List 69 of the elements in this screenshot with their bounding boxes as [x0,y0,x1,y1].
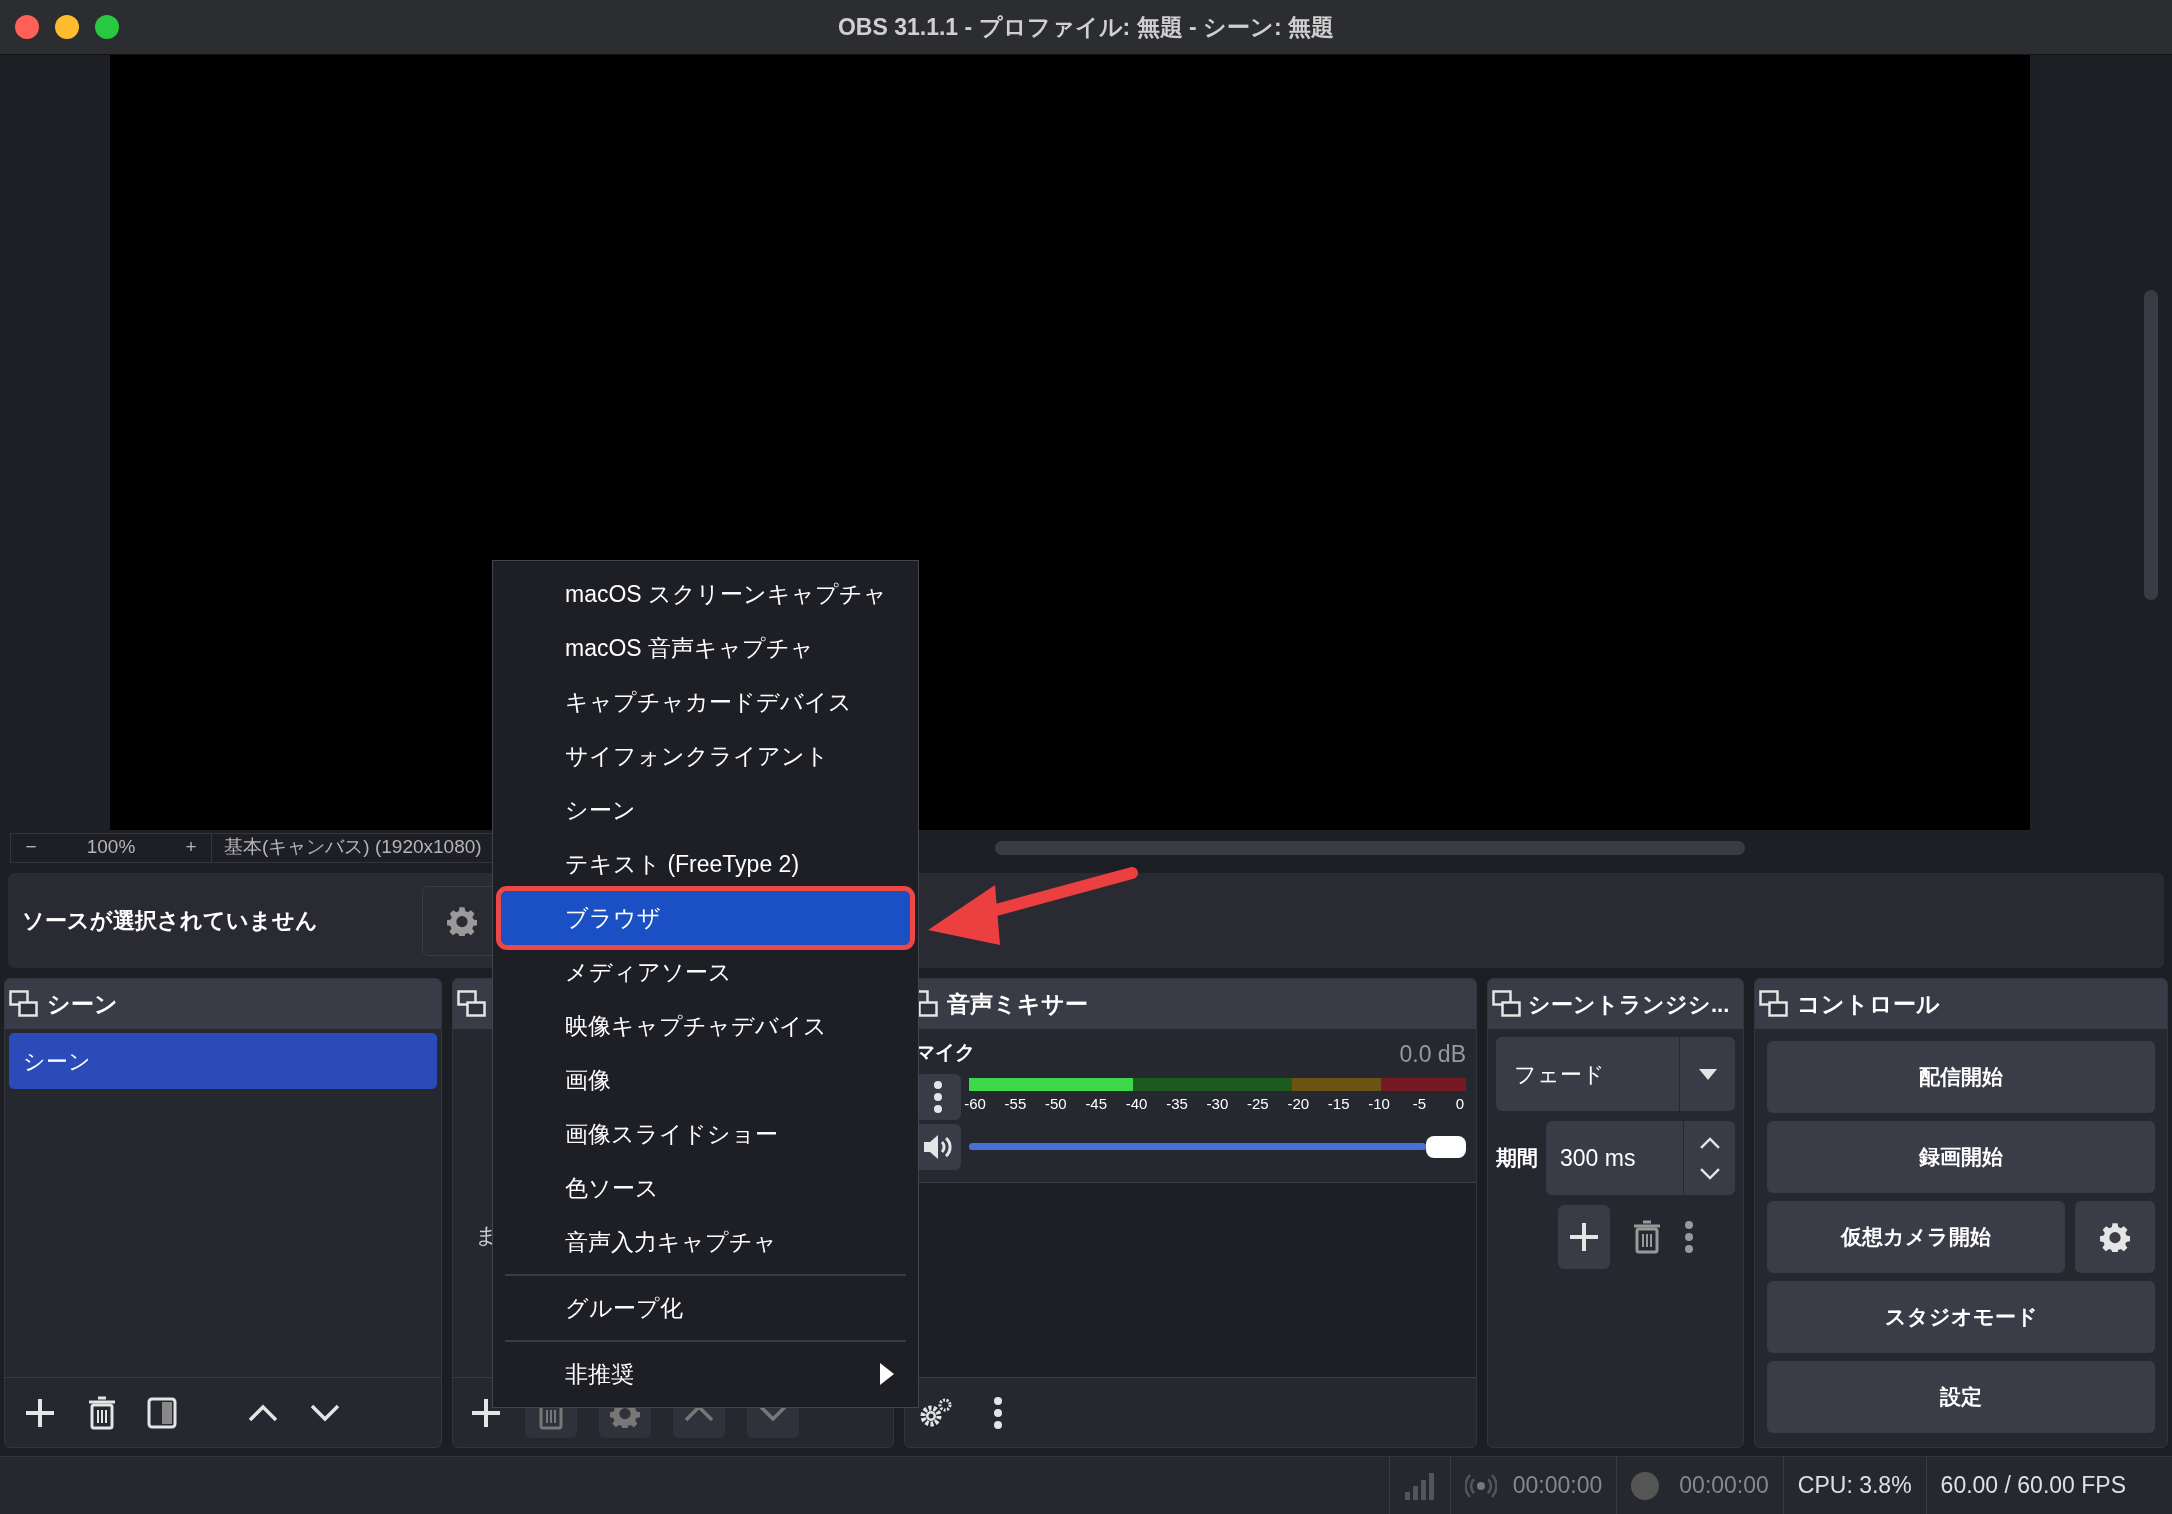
no-source-message: ソースが選択されていません [22,907,319,935]
vertical-scrollbar[interactable] [2144,290,2158,600]
slider-thumb[interactable] [1426,1135,1466,1158]
settings-icon[interactable] [447,905,477,936]
menu-item[interactable]: macOS 音声キャプチャ [501,621,910,675]
record-time: 00:00:00 [1679,1471,1769,1501]
horizontal-scrollbar[interactable] [994,840,1745,855]
duration-label: 期間 [1496,1145,1538,1172]
control-button[interactable]: スタジオモード [1767,1281,2155,1353]
menu-item[interactable]: 映像キャプチャデバイス [501,999,910,1053]
settings-icon[interactable] [2100,1222,2130,1252]
scene-item[interactable]: シーン [9,1033,437,1089]
panel-title: 音声ミキサー [947,989,1088,1019]
more-icon[interactable] [1683,1220,1694,1254]
control-button[interactable]: 設定 [1767,1361,2155,1433]
trash-icon[interactable] [87,1395,117,1430]
menu-item[interactable]: テキスト (FreeType 2) [501,837,910,891]
submenu-arrow-icon [880,1363,894,1385]
control-button[interactable]: 録画開始 [1767,1121,2155,1193]
panel-title: コントロール [1797,989,1940,1019]
chevron-down-icon[interactable] [1698,1166,1721,1181]
dock-icon [1492,990,1522,1018]
speaker-icon [922,1132,954,1161]
signal-icon [1403,1471,1436,1500]
dock-icon [9,990,39,1018]
window-title: OBS 31.1.1 - プロファイル: 無題 - シーン: 無題 [837,12,1335,42]
zoom-level: 100% [85,835,137,860]
control-button[interactable]: 仮想カメラ開始 [1767,1201,2065,1273]
menu-item[interactable]: macOS スクリーンキャプチャ [501,567,910,621]
trash-icon[interactable] [1631,1220,1662,1254]
stream-time: 00:00:00 [1512,1471,1603,1501]
menu-item[interactable]: 色ソース [501,1161,910,1215]
control-button[interactable]: 配信開始 [1767,1041,2155,1113]
minimize-button[interactable] [55,15,79,39]
fps-reading: 60.00 / 60.00 FPS [1940,1471,2126,1501]
gears-icon[interactable] [919,1397,953,1428]
filter-icon[interactable] [147,1396,177,1429]
chevron-down-icon[interactable] [309,1402,341,1423]
more-icon[interactable] [993,1395,1003,1430]
empty-hint-text: ま [475,1222,498,1250]
panel-title: シーントランジシ... [1528,990,1730,1019]
panel-title: シーン [47,989,118,1019]
transition-dropdown[interactable]: フェード [1496,1037,1735,1111]
dock-icon [1759,990,1789,1018]
dock-icon [457,990,487,1018]
volume-reading: 0.0 dB [1399,1040,1466,1069]
duration-spinbox[interactable]: 300 ms [1546,1121,1735,1195]
cpu-usage: CPU: 3.8% [1797,1471,1912,1501]
chevron-up-icon[interactable] [1698,1135,1721,1150]
menu-item[interactable]: シーン [501,783,910,837]
menu-item[interactable]: 画像 [501,1053,910,1107]
record-indicator-icon [1631,1471,1660,1500]
zoom-button[interactable] [95,15,119,39]
volume-slider[interactable] [969,1134,1466,1159]
settings-button[interactable] [2075,1201,2155,1273]
menu-item[interactable]: 画像スライドショー [501,1107,910,1161]
menu-item[interactable]: サイフォンクライアント [501,729,910,783]
menu-item[interactable]: キャプチャカードデバイス [501,675,910,729]
broadcast-icon [1464,1472,1497,1499]
zoom-in-button[interactable]: + [171,833,211,862]
more-icon[interactable] [933,1079,943,1114]
chevron-up-icon[interactable] [247,1402,279,1423]
close-button[interactable] [15,15,39,39]
zoom-out-button[interactable]: − [11,833,51,862]
menu-item[interactable]: グループ化 [501,1281,910,1335]
submenu-item[interactable]: 非推奨 [501,1347,910,1401]
menu-item[interactable]: 音声入力キャプチャ [501,1215,910,1269]
menu-item[interactable]: メディアソース [501,945,910,999]
caret-down-icon [1698,1068,1717,1080]
